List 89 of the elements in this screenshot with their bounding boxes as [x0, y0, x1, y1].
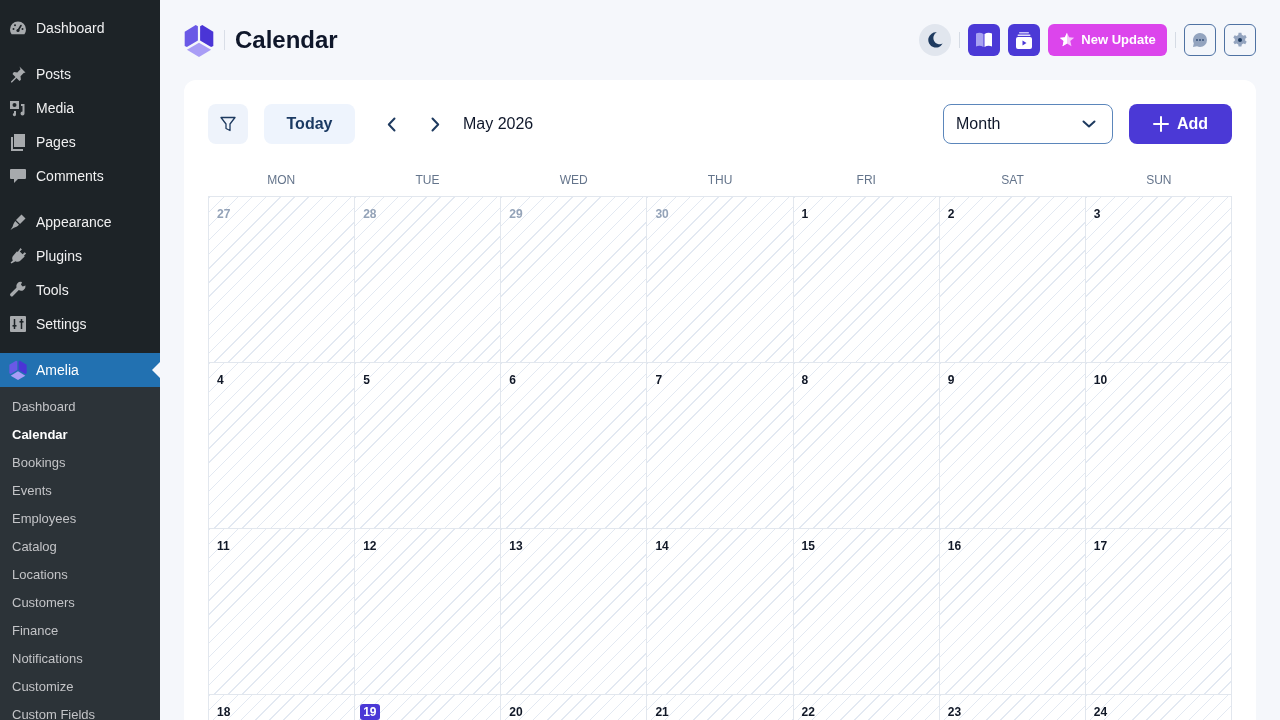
current-period: May 2026	[463, 114, 534, 134]
submenu-item[interactable]: Custom Fields	[0, 701, 160, 720]
chat-button[interactable]	[1184, 24, 1216, 56]
day-number: 29	[509, 206, 523, 222]
add-button[interactable]: Add	[1129, 104, 1232, 144]
sidebar-menu-item[interactable]: Appearance	[0, 205, 160, 239]
chevron-right-icon	[430, 116, 440, 132]
weekday-label: FRI	[855, 172, 877, 189]
day-number: 11	[217, 538, 230, 554]
chevron-down-icon	[1082, 120, 1096, 128]
page-title: Calendar	[235, 25, 338, 55]
weekday-label: WED	[558, 172, 589, 189]
settings-button[interactable]	[1224, 24, 1256, 56]
star-icon	[1059, 32, 1076, 48]
dark-mode-button[interactable]	[919, 24, 951, 56]
submenu-item[interactable]: Dashboard	[0, 393, 160, 421]
sidebar-menu-item[interactable]: Tools	[0, 273, 160, 307]
today-date-badge: 19	[360, 704, 380, 720]
paintbrush-icon	[8, 212, 28, 232]
sidebar-menu-item[interactable]: Media	[0, 91, 160, 125]
day-number: 24	[1093, 704, 1108, 720]
sidebar-menu-item[interactable]: Settings	[0, 307, 160, 341]
day-number: 9	[947, 372, 955, 388]
day-number: 6	[509, 372, 516, 388]
submenu-item[interactable]: Calendar	[0, 421, 160, 449]
pages-icon	[8, 132, 28, 152]
sidebar-menu-item[interactable]: Comments	[0, 159, 160, 193]
chat-bubble-icon	[1192, 32, 1208, 48]
sidebar-menu-item[interactable]: Pages	[0, 125, 160, 159]
day-number: 8	[801, 372, 809, 388]
weekday-label: SAT	[1000, 172, 1025, 189]
today-button[interactable]: Today	[264, 104, 355, 144]
day-number: 13	[509, 538, 523, 554]
video-library-icon	[1015, 31, 1033, 49]
video-tutorials-button[interactable]	[1008, 24, 1040, 56]
day-number: 21	[655, 704, 669, 720]
day-number: 5	[363, 372, 370, 388]
day-number: 4	[217, 372, 224, 388]
day-number: 3	[1093, 206, 1101, 222]
weekday-label: THU	[706, 172, 734, 189]
day-number: 28	[363, 206, 377, 222]
day-number: 10	[1093, 372, 1108, 388]
sidebar-menu-item[interactable]: Posts	[0, 57, 160, 91]
cube-logo-icon	[8, 360, 28, 380]
funnel-icon	[219, 115, 237, 133]
chevron-left-icon	[386, 116, 396, 132]
day-number: 1	[801, 206, 809, 222]
view-select[interactable]: Month	[943, 104, 1113, 144]
weekday-label: MON	[266, 172, 297, 189]
weekday-label: SUN	[1145, 172, 1173, 189]
submenu-item[interactable]: Locations	[0, 561, 160, 589]
submenu-item[interactable]: Catalog	[0, 533, 160, 561]
day-number: 18	[217, 704, 231, 720]
day-number: 30	[655, 206, 669, 222]
plus-icon	[1152, 116, 1169, 132]
documentation-button[interactable]	[968, 24, 1000, 56]
menu-pointer-icon	[152, 362, 160, 378]
submenu-item[interactable]: Events	[0, 477, 160, 505]
day-number: 17	[1093, 538, 1108, 554]
plug-icon	[8, 246, 28, 266]
day-number: 23	[947, 704, 962, 720]
submenu-item[interactable]: Finance	[0, 617, 160, 645]
camera-note-icon	[8, 98, 28, 118]
submenu-item[interactable]: Employees	[0, 505, 160, 533]
day-number: 27	[217, 206, 231, 222]
sidebar-menu-item[interactable]: Plugins	[0, 239, 160, 273]
speech-bubble-icon	[8, 166, 28, 186]
sidebar-menu-item[interactable]: Dashboard	[0, 11, 160, 45]
submenu-item[interactable]: Customers	[0, 589, 160, 617]
moon-icon	[926, 31, 944, 49]
day-number: 14	[655, 538, 669, 554]
day-number: 22	[801, 704, 815, 720]
day-number: 20	[509, 704, 523, 720]
pin-icon	[8, 64, 28, 84]
day-number: 7	[655, 372, 663, 388]
day-number: 15	[801, 538, 815, 554]
day-number: 12	[363, 538, 377, 554]
submenu-item[interactable]: Notifications	[0, 645, 160, 673]
cube-logo-icon	[184, 23, 214, 57]
weekday-label: TUE	[414, 172, 441, 189]
sidebar-menu-item[interactable]: Amelia	[0, 353, 160, 387]
submenu-item[interactable]: Bookings	[0, 449, 160, 477]
day-number: 16	[947, 538, 962, 554]
settings-icon	[1232, 32, 1248, 48]
book-icon	[975, 32, 993, 48]
submenu-item[interactable]: Customize	[0, 673, 160, 701]
day-number: 2	[947, 206, 955, 222]
filter-button[interactable]	[208, 104, 248, 144]
sliders-icon	[8, 314, 28, 334]
